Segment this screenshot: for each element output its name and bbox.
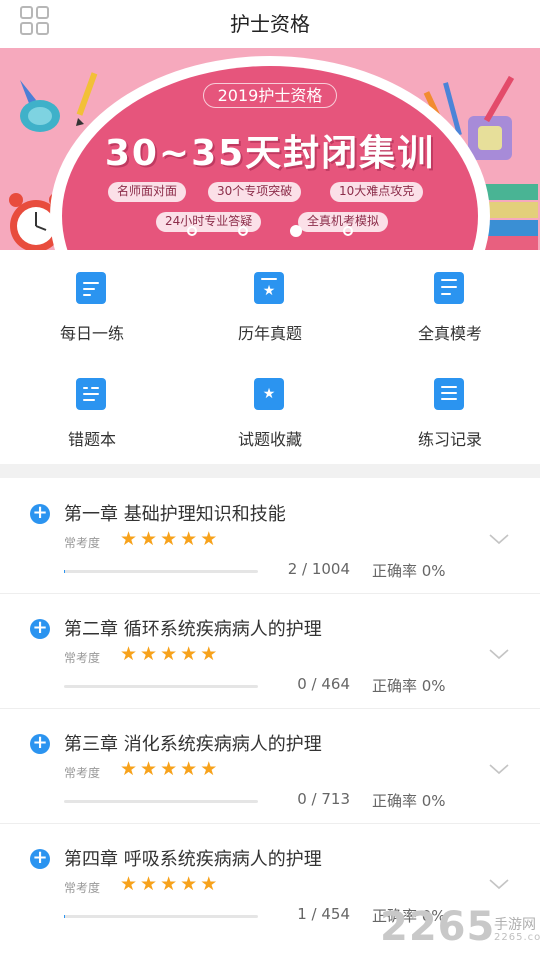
star-icon: ★ [120,528,138,550]
feature-label: 错题本 [67,430,116,449]
watermark-number: 2265 [380,904,496,950]
chapter-title: 第二章 循环系统疾病病人的护理 [64,619,322,640]
feature-past-exams[interactable]: ★ 历年真题 [190,250,350,350]
chapter-item[interactable]: + 第三章 消化系统疾病病人的护理 常考度 ★ ★ ★ ★ ★ 0 / 713 正确率 … [0,710,540,824]
divider [0,708,540,709]
progress-count: 0 / 464 [297,675,350,693]
add-icon[interactable]: + [30,734,50,754]
star-icon: ★ [120,643,138,665]
feature-label: 试题收藏 [237,430,302,449]
star-icon: ★ [140,758,158,780]
practice-record-icon [434,378,464,410]
star-icon: ★ [120,758,138,780]
star-icon: ★ [140,873,158,895]
carousel-dot[interactable] [342,225,353,236]
add-icon[interactable]: + [30,619,50,639]
star-icon: ★ [180,643,198,665]
feature-label: 全真模考 [417,324,482,343]
frequency-stars: ★ ★ ★ ★ ★ [120,758,220,780]
past-exams-icon: ★ [254,272,284,304]
watermark-site: 手游网 [494,917,536,933]
chapter-title: 第一章 基础护理知识和技能 [64,504,286,525]
star-icon: ★ [160,873,178,895]
star-icon: ★ [160,528,178,550]
frequency-label: 常考度 [64,651,101,665]
chapter-title: 第三章 消化系统疾病病人的护理 [64,734,322,755]
chapter-item[interactable]: + 第二章 循环系统疾病病人的护理 常考度 ★ ★ ★ ★ ★ 0 / 464 正确率 … [0,595,540,709]
star-icon: ★ [140,643,158,665]
promo-banner[interactable]: 2019护士资格 30~35天封闭集训 名师面对面 30个专项突破 10大难点攻… [0,48,540,250]
watermark-url: 2265.com [494,932,540,943]
feature-favorites[interactable]: ★ 试题收藏 [190,356,350,456]
star-icon: ★ [200,643,218,665]
feature-label: 历年真题 [237,324,302,343]
divider [0,823,540,824]
mock-exam-icon [434,272,464,304]
frequency-label: 常考度 [64,766,101,780]
chevron-down-icon[interactable] [488,758,510,780]
wrong-questions-icon [76,378,106,410]
feature-daily-practice[interactable]: 每日一练 [12,250,172,350]
star-icon: ★ [200,758,218,780]
progress-count: 0 / 713 [297,790,350,808]
daily-practice-icon [76,272,106,304]
feature-label: 练习记录 [417,430,482,449]
carousel-indicator[interactable] [0,220,540,237]
feature-mock-exam[interactable]: 全真模考 [370,250,530,350]
carousel-dot[interactable] [187,225,198,236]
feature-grid: 每日一练 ★ 历年真题 全真模考 错题本 ★ 试题收藏 练习记录 [0,250,540,464]
banner-tag: 10大难点攻克 [330,182,424,202]
star-icon: ★ [180,528,198,550]
page-title: 护士资格 [230,12,310,36]
banner-tag: 名师面对面 [108,182,187,202]
chapter-title: 第四章 呼吸系统疾病病人的护理 [64,849,322,870]
carousel-dot-active[interactable] [289,224,302,237]
feature-label: 每日一练 [59,324,124,343]
add-icon[interactable]: + [30,504,50,524]
feature-wrong-questions[interactable]: 错题本 [12,356,172,456]
banner-headline: 30~35天封闭集训 [104,133,436,174]
frequency-stars: ★ ★ ★ ★ ★ [120,528,220,550]
add-icon[interactable]: + [30,849,50,869]
star-icon: ★ [160,643,178,665]
app-header: 护士资格 [0,0,540,46]
accuracy-rate: 正确率 0% [372,562,446,580]
star-icon: ★ [120,873,138,895]
chevron-down-icon[interactable] [488,528,510,550]
star-icon: ★ [180,873,198,895]
progress-count: 2 / 1004 [287,560,350,578]
chevron-down-icon[interactable] [488,643,510,665]
accuracy-rate: 正确率 0% [372,792,446,810]
frequency-stars: ★ ★ ★ ★ ★ [120,873,220,895]
star-icon: ★ [200,873,218,895]
divider [0,593,540,594]
chevron-down-icon[interactable] [488,873,510,895]
favorites-icon: ★ [254,378,284,410]
section-divider [0,464,540,478]
accuracy-rate: 正确率 0% [372,677,446,695]
star-icon: ★ [180,758,198,780]
star-icon: ★ [140,528,158,550]
frequency-label: 常考度 [64,881,101,895]
star-icon: ★ [200,528,218,550]
progress-count: 1 / 454 [297,905,350,923]
frequency-stars: ★ ★ ★ ★ ★ [120,643,220,665]
frequency-label: 常考度 [64,536,101,550]
chapter-item[interactable]: + 第一章 基础护理知识和技能 常考度 ★ ★ ★ ★ ★ 2 / 1004 正确率 0… [0,480,540,594]
feature-practice-record[interactable]: 练习记录 [370,356,530,456]
star-icon: ★ [160,758,178,780]
banner-year: 2019护士资格 [0,82,540,108]
carousel-dot[interactable] [238,225,249,236]
banner-tag: 30个专项突破 [208,182,302,202]
